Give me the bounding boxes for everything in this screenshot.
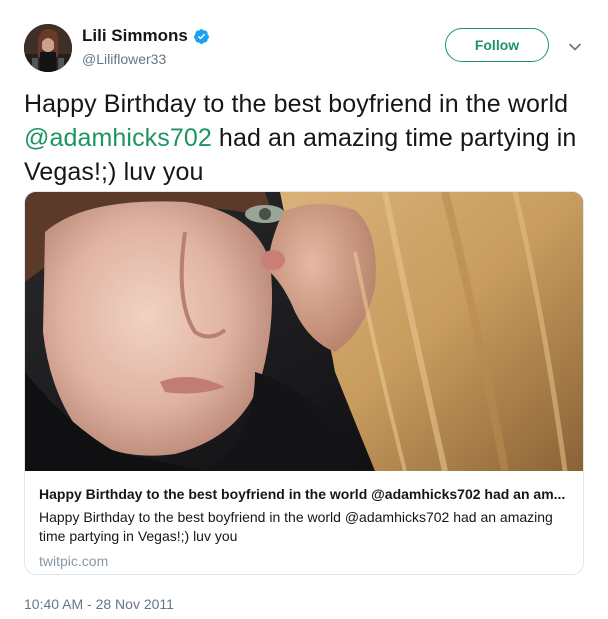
- author-name-row: Lili Simmons: [82, 26, 210, 46]
- author-info[interactable]: Lili Simmons @Liliflower33: [82, 26, 210, 67]
- chevron-down-icon[interactable]: [568, 40, 582, 54]
- tweet: Lili Simmons @Liliflower33 Follow Happy …: [0, 0, 608, 619]
- card-photo: [25, 192, 583, 471]
- tweet-text: Happy Birthday to the best boyfriend in …: [24, 87, 589, 189]
- verified-badge-icon: [193, 28, 209, 44]
- tweet-text-part: Happy Birthday to the best boyfriend in …: [24, 90, 569, 118]
- card-description: Happy Birthday to the best boyfriend in …: [39, 509, 553, 544]
- avatar-image: [24, 24, 72, 72]
- link-card[interactable]: Happy Birthday to the best boyfriend in …: [24, 191, 584, 575]
- follow-button[interactable]: Follow: [445, 28, 549, 62]
- author-display-name[interactable]: Lili Simmons: [82, 26, 188, 46]
- card-body: Happy Birthday to the best boyfriend in …: [39, 485, 569, 570]
- card-title[interactable]: Happy Birthday to the best boyfriend in …: [39, 485, 569, 503]
- mention-link[interactable]: @adamhicks702: [24, 124, 212, 152]
- avatar[interactable]: [24, 24, 72, 72]
- card-domain: twitpic.com: [39, 553, 109, 569]
- card-image[interactable]: [25, 192, 583, 471]
- author-handle[interactable]: @Liliflower33: [82, 51, 210, 67]
- tweet-timestamp[interactable]: 10:40 AM - 28 Nov 2011: [24, 596, 174, 612]
